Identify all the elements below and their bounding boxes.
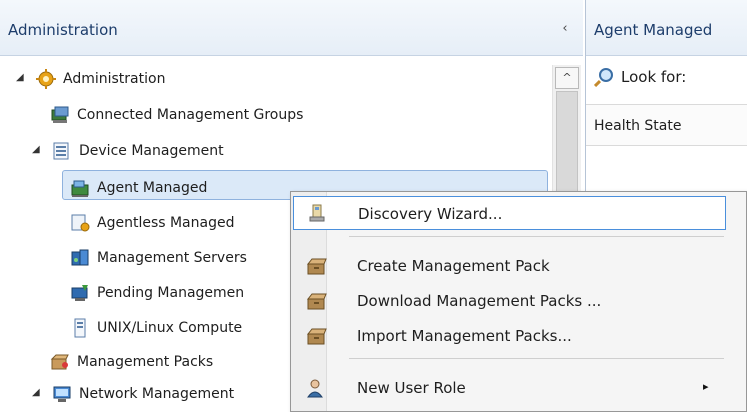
tree-item-management-packs[interactable]: Management Packs bbox=[50, 345, 213, 378]
menu-item-create-management-pack[interactable]: Create Management Pack bbox=[293, 249, 726, 283]
collapse-pane-button[interactable]: ‹ bbox=[557, 20, 573, 38]
tree-item-connected-management-groups[interactable]: Connected Management Groups bbox=[50, 98, 303, 131]
network-management-icon bbox=[52, 384, 72, 404]
menu-item-label: New User Role bbox=[357, 379, 466, 397]
menu-item-label: Discovery Wizard... bbox=[358, 205, 503, 223]
navigation-pane-header: Administration ‹ bbox=[0, 0, 583, 56]
menu-item-download-management-packs[interactable]: Download Management Packs ... bbox=[293, 284, 726, 318]
tree-item-label: Agent Managed bbox=[97, 179, 208, 196]
results-grid-header: Health State bbox=[586, 104, 747, 146]
column-header-health-state[interactable]: Health State bbox=[594, 118, 681, 134]
tree-item-label: Management Packs bbox=[77, 353, 214, 370]
navigation-pane-title: Administration bbox=[8, 21, 118, 39]
tree-item-label: Agentless Managed bbox=[97, 214, 235, 231]
tree-item-pending-management[interactable]: Pending Managemen bbox=[70, 276, 244, 309]
context-menu: Discovery Wizard... Create Management Pa… bbox=[290, 191, 747, 412]
tree-item-label: UNIX/Linux Compute bbox=[97, 319, 243, 336]
agent-managed-icon bbox=[70, 178, 90, 198]
tree-item-device-management[interactable]: ◢ Device Management bbox=[32, 134, 224, 167]
package-icon bbox=[305, 326, 327, 346]
results-pane-header: Agent Managed bbox=[586, 0, 747, 56]
tree-item-management-servers[interactable]: Management Servers bbox=[70, 241, 247, 274]
package-icon bbox=[305, 291, 327, 311]
management-packs-icon bbox=[50, 352, 70, 372]
server-group-icon bbox=[50, 105, 70, 125]
menu-item-discovery-wizard[interactable]: Discovery Wizard... bbox=[293, 196, 726, 230]
menu-item-new-user-role[interactable]: New User Role ▸ bbox=[293, 371, 726, 405]
look-for-label: Look for: bbox=[621, 68, 687, 86]
user-role-icon bbox=[305, 378, 327, 398]
tree-item-network-management[interactable]: ◢ Network Management bbox=[32, 377, 234, 410]
submenu-arrow-icon: ▸ bbox=[703, 380, 709, 393]
tree-item-label: Device Management bbox=[79, 142, 224, 159]
pending-management-icon bbox=[70, 283, 90, 303]
device-folder-icon bbox=[52, 141, 72, 161]
tree-item-label: Network Management bbox=[79, 385, 235, 402]
menu-item-label: Download Management Packs ... bbox=[357, 292, 602, 310]
tree-item-label: Pending Managemen bbox=[97, 284, 245, 301]
look-for-search[interactable]: Look for: bbox=[593, 67, 687, 88]
tree-item-label: Administration bbox=[63, 70, 166, 87]
scroll-up-button[interactable]: ^ bbox=[555, 67, 579, 89]
menu-item-label: Create Management Pack bbox=[357, 257, 550, 275]
unix-linux-icon bbox=[70, 318, 90, 338]
package-icon bbox=[305, 256, 327, 276]
menu-separator bbox=[349, 236, 724, 237]
expand-toggle-icon[interactable]: ◢ bbox=[32, 387, 44, 399]
menu-item-label: Import Management Packs... bbox=[357, 327, 572, 345]
tree-item-label: Connected Management Groups bbox=[77, 106, 304, 123]
expand-toggle-icon[interactable]: ◢ bbox=[32, 144, 44, 156]
gear-icon bbox=[36, 68, 56, 89]
tree-item-agent-managed[interactable]: Agent Managed bbox=[70, 171, 207, 204]
tree-item-agentless-managed[interactable]: Agentless Managed bbox=[70, 206, 234, 239]
management-servers-icon bbox=[70, 248, 90, 268]
search-icon bbox=[593, 67, 614, 88]
discovery-wizard-icon bbox=[306, 204, 328, 224]
agentless-managed-icon bbox=[70, 213, 90, 233]
menu-separator bbox=[349, 358, 724, 359]
tree-item-unix-linux-computers[interactable]: UNIX/Linux Compute bbox=[70, 311, 242, 344]
tree-item-administration[interactable]: ◢ Administration bbox=[16, 62, 165, 95]
results-pane-title: Agent Managed bbox=[594, 21, 713, 39]
menu-item-import-management-packs[interactable]: Import Management Packs... bbox=[293, 319, 726, 353]
expand-toggle-icon[interactable]: ◢ bbox=[16, 72, 28, 84]
tree-item-label: Management Servers bbox=[97, 249, 247, 266]
